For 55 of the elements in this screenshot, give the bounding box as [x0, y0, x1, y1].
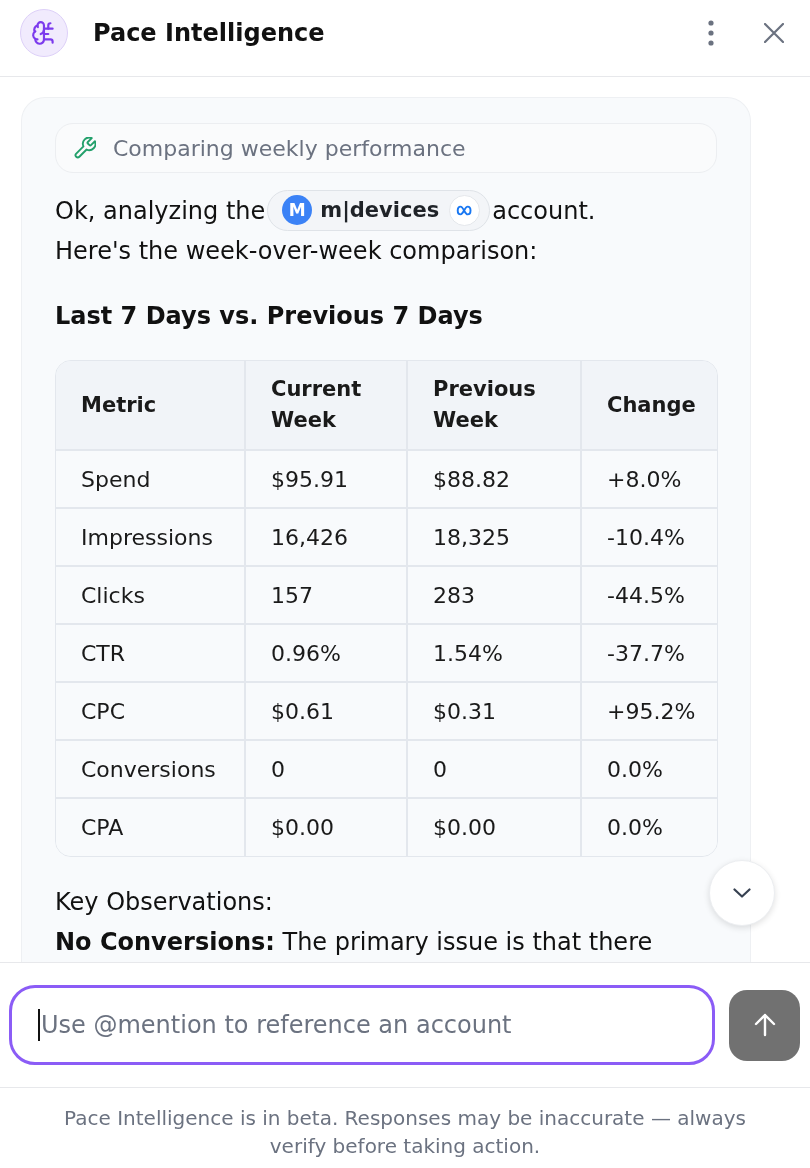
message-text: Here's the week-over-week comparison: [55, 237, 538, 265]
observation-text: No Conversions: The primary issue is that there [55, 927, 654, 958]
infinity-icon [449, 194, 481, 226]
brain-icon [20, 9, 68, 57]
table-cell: -44.5% [581, 566, 717, 624]
table-cell: CPC [56, 682, 245, 740]
column-header: Metric [56, 361, 245, 450]
chevron-down-icon [733, 888, 751, 898]
table-cell: -37.7% [581, 624, 717, 682]
table-cell: 0.96% [245, 624, 407, 682]
table-cell: 18,325 [407, 508, 581, 566]
table-cell: Impressions [56, 508, 245, 566]
table-cell: 0.0% [581, 740, 717, 798]
close-icon [764, 23, 784, 43]
table-cell: +8.0% [581, 450, 717, 508]
vertical-dots-icon [708, 20, 714, 46]
column-header: Current Week [245, 361, 407, 450]
disclaimer-text: Pace Intelligence is in beta. Responses may be inaccurate — always verify before taking action. [63, 1105, 747, 1160]
section-heading: Last 7 Days vs. Previous 7 Days [55, 301, 484, 332]
table-cell: Clicks [56, 566, 245, 624]
observations-title: Key Observations: [55, 887, 274, 918]
account-avatar: M [282, 195, 313, 225]
table-cell: CPA [56, 798, 245, 856]
table-cell: $0.61 [245, 682, 407, 740]
table-cell: $88.82 [407, 450, 581, 508]
text-cursor [38, 1009, 40, 1041]
table-cell: 0 [407, 740, 581, 798]
message-text: account. [492, 197, 596, 225]
table-cell: $0.00 [245, 798, 407, 856]
table-cell: -10.4% [581, 508, 717, 566]
table-cell: 157 [245, 566, 407, 624]
arrow-up-icon [753, 1013, 776, 1037]
account-name: m|devices [320, 199, 440, 221]
account-chip[interactable]: M m|devices [267, 189, 491, 231]
close-button[interactable] [762, 21, 786, 45]
table-cell: 1.54% [407, 624, 581, 682]
table-cell: $0.31 [407, 682, 581, 740]
table-cell: 0 [245, 740, 407, 798]
tool-status-text: Comparing weekly performance [113, 135, 466, 161]
table-cell: 283 [407, 566, 581, 624]
table-cell: Spend [56, 450, 245, 508]
table-cell: $95.91 [245, 450, 407, 508]
table-cell: 16,426 [245, 508, 407, 566]
more-options-button[interactable] [706, 18, 716, 48]
app-title: Pace Intelligence [93, 19, 325, 47]
table-cell: 0.0% [581, 798, 717, 856]
column-header: Previous Week [407, 361, 581, 450]
table-cell: +95.2% [581, 682, 717, 740]
column-header: Change [581, 361, 717, 450]
table-cell: Conversions [56, 740, 245, 798]
wrench-icon [74, 137, 96, 159]
table-cell: CTR [56, 624, 245, 682]
message-text: Ok, analyzing the [55, 197, 266, 225]
table-cell: $0.00 [407, 798, 581, 856]
message-input[interactable]: Use @mention to reference an account [9, 985, 715, 1065]
